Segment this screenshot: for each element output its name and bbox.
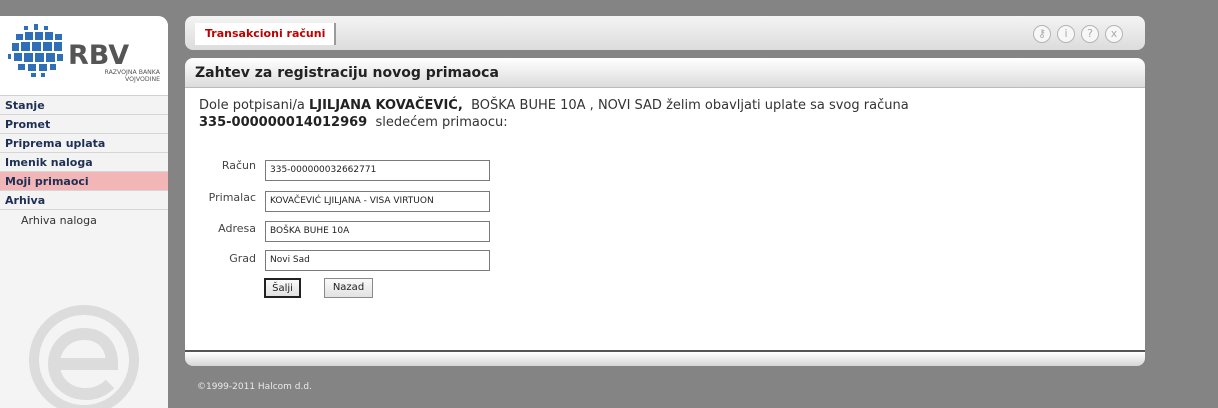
sidebar-item-arhiva[interactable]: Arhiva (0, 191, 168, 210)
logo-subtitle-2: VOJVODINE (125, 76, 160, 83)
primalac-label: Primalac (208, 191, 256, 204)
sidebar-subitem-arhiva-naloga[interactable]: Arhiva naloga (0, 210, 168, 230)
intro-suffix: sledećem primaocu: (375, 115, 508, 130)
close-icon[interactable]: x (1105, 25, 1123, 43)
logo-brand: RBV (68, 40, 129, 71)
intro-account: 335-000000014012969 (199, 115, 368, 130)
adresa-field[interactable]: BOŠKA BUHE 10A (265, 221, 490, 242)
page-title: Zahtev za registraciju novog primaoca (195, 65, 499, 81)
panel-header: Zahtev za registraciju novog primaoca (185, 58, 1145, 88)
sidebar-item-priprema-uplata[interactable]: Priprema uplata (0, 134, 168, 153)
intro-prefix: Dole potpisani/a (199, 98, 305, 113)
sidebar: RBV RAZVOJNA BANKA VOJVODINE Stanje Prom… (0, 16, 168, 408)
sidebar-item-stanje[interactable]: Stanje (0, 96, 168, 115)
sidebar-item-promet[interactable]: Promet (0, 115, 168, 134)
help-icon[interactable]: ? (1081, 25, 1099, 43)
grad-label: Grad (229, 252, 256, 265)
racun-label: Račun (221, 159, 256, 172)
grad-field[interactable]: Novi Sad (265, 250, 490, 271)
panel-footer-bar (185, 350, 1145, 366)
form-panel: Dole potpisani/a LJILJANA KOVAČEVIĆ, BOŠ… (185, 88, 1145, 350)
rbv-logo-icon: RBV RAZVOJNA BANKA VOJVODINE (8, 24, 161, 83)
key-icon[interactable]: ⚷ (1033, 25, 1051, 43)
sidebar-item-imenik-naloga[interactable]: Imenik naloga (0, 153, 168, 172)
top-bar: Transakcioni računi ⚷ i ? x (185, 16, 1145, 50)
racun-field[interactable]: 335-000000032662771 (265, 160, 490, 181)
intro-text: Dole potpisani/a LJILJANA KOVAČEVIĆ, BOŠ… (199, 97, 1099, 131)
sidebar-item-moji-primaoci[interactable]: Moji primaoci (0, 172, 168, 191)
copyright-text: ©1999-2011 Halcom d.d. (197, 382, 312, 392)
info-icon[interactable]: i (1057, 25, 1075, 43)
tab-transakcioni-racuni[interactable]: Transakcioni računi (195, 23, 337, 45)
logo-subtitle-1: RAZVOJNA BANKA (105, 69, 161, 76)
intro-middle: BOŠKA BUHE 10A , NOVI SAD želim obavljat… (471, 98, 909, 113)
send-button[interactable]: Šalji (264, 278, 301, 298)
intro-name: LJILJANA KOVAČEVIĆ, (308, 98, 463, 113)
back-button[interactable]: Nazad (324, 278, 373, 298)
e-watermark-icon (29, 305, 139, 408)
primalac-field[interactable]: KOVAČEVIĆ LJILJANA - VISA VIRTUON (265, 191, 490, 212)
bank-logo[interactable]: RBV RAZVOJNA BANKA VOJVODINE (0, 16, 168, 96)
adresa-label: Adresa (218, 222, 256, 235)
